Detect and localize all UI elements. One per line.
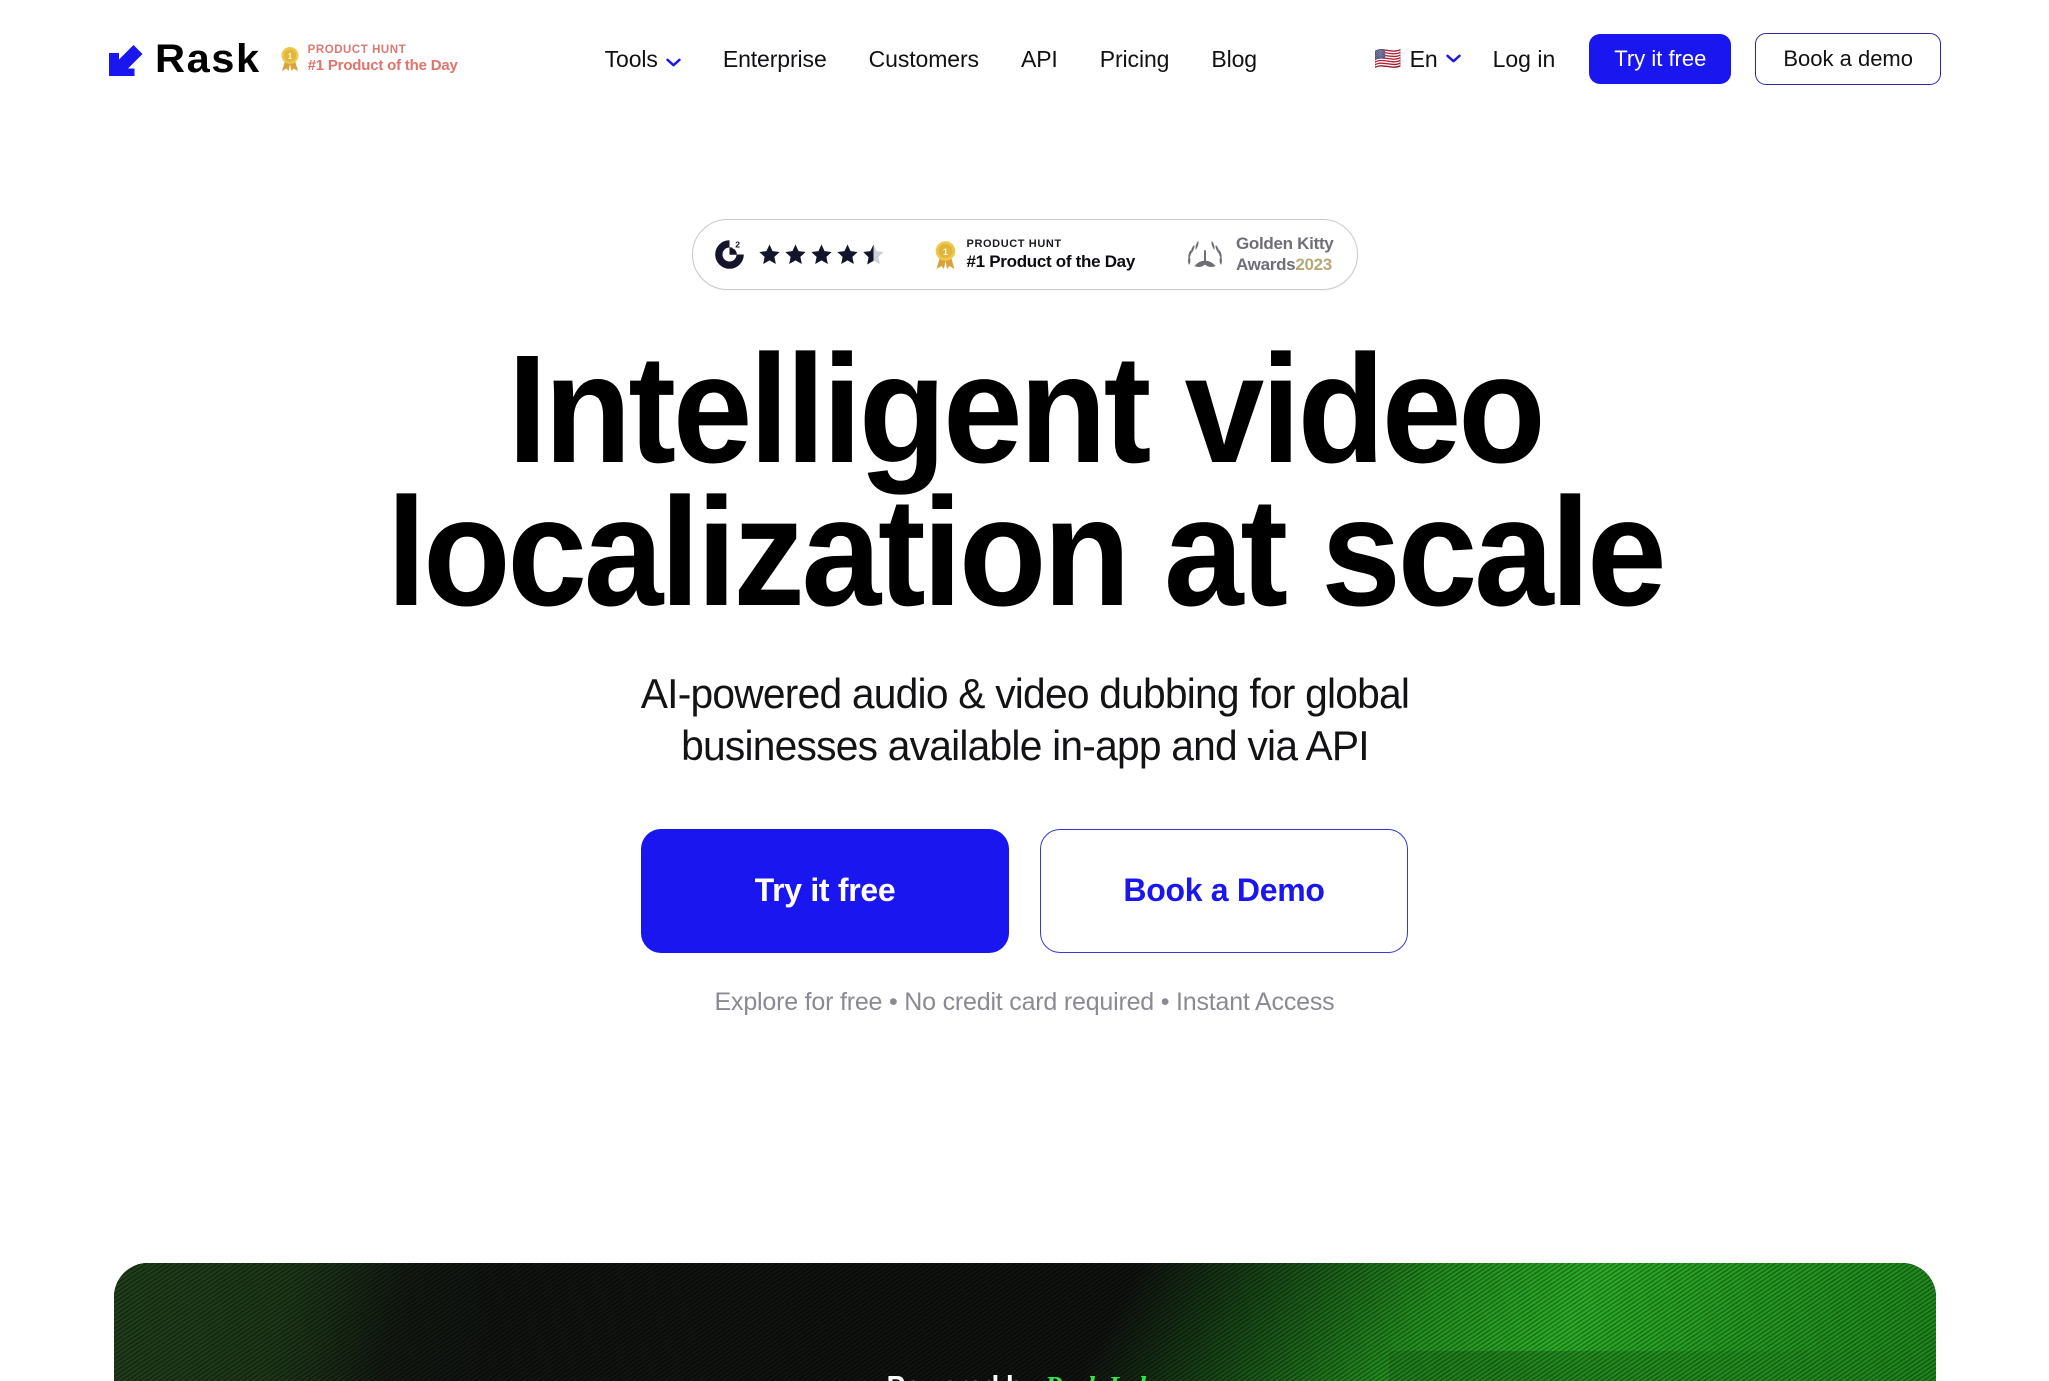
banner-caption-brand: Rask Labs: [1045, 1371, 1164, 1381]
powered-by-banner: Powered by Rask Labs: [114, 1263, 1936, 1381]
hero-book-a-demo-button[interactable]: Book a Demo: [1040, 828, 1408, 953]
banner-diagonal-stripe-texture: [114, 1263, 1936, 1381]
golden-kitty-line2: Awards2023: [1236, 254, 1333, 275]
landing-page: Rask 1 PRODUCT HUNT #1 Product of the Da…: [0, 0, 2049, 1381]
banner-caption: Powered by Rask Labs: [160, 1371, 1891, 1381]
hero-subheadline-line-1: AI-powered audio & video dubbing for glo…: [640, 670, 1409, 718]
nav-item-tools[interactable]: Tools: [605, 46, 681, 73]
product-hunt-award-text: PRODUCT HUNT #1 Product of the Day: [966, 238, 1136, 271]
logo-link[interactable]: Rask: [106, 39, 259, 79]
hero-section: 2 1 PRODUCT HUNT #1 Product of the Day G…: [0, 118, 2049, 1017]
svg-text:1: 1: [287, 52, 292, 61]
navbar-ph-text: PRODUCT HUNT #1 Product of the Day: [307, 43, 458, 75]
nav-item-api[interactable]: API: [1021, 46, 1058, 73]
golden-kitty-year: 2023: [1295, 254, 1332, 274]
hero-cta-row: Try it free Book a Demo: [0, 828, 2049, 953]
hero-try-it-free-button[interactable]: Try it free: [641, 828, 1009, 953]
star-icon-full: [836, 244, 858, 264]
chevron-down-icon: [1445, 50, 1461, 68]
svg-text:2: 2: [735, 240, 740, 250]
product-hunt-award-badge: 1 PRODUCT HUNT #1 Product of the Day: [907, 239, 1161, 270]
chevron-down-icon: [666, 46, 681, 73]
navbar-try-it-free-button[interactable]: Try it free: [1589, 34, 1732, 84]
language-label: En: [1409, 45, 1438, 72]
ph-award-title: #1 Product of the Day: [966, 252, 1136, 271]
navbar-ph-title: #1 Product of the Day: [307, 57, 458, 75]
star-icon-full: [810, 244, 832, 264]
brand-block: Rask 1 PRODUCT HUNT #1 Product of the Da…: [106, 39, 458, 79]
ph-award-kicker: PRODUCT HUNT: [966, 238, 1062, 250]
navbar-ph-kicker: PRODUCT HUNT: [307, 43, 407, 56]
star-icon-half: [862, 244, 884, 265]
login-link[interactable]: Log in: [1493, 46, 1556, 73]
header-actions: 🇺🇸 En Log in Try it free Book a demo: [1374, 33, 1941, 85]
rask-arrow-logo-icon: [106, 40, 146, 79]
star-icon-full: [758, 244, 780, 264]
hero-microcopy: Explore for free • No credit card requir…: [714, 987, 1335, 1016]
hero-headline: Intelligent video localization at scale: [234, 323, 1815, 639]
hero-subheadline-line-2: businesses available in-app and via API: [680, 721, 1369, 769]
us-flag-icon: 🇺🇸: [1374, 46, 1402, 71]
awards-badge-bar: 2 1 PRODUCT HUNT #1 Product of the Day G…: [691, 219, 1358, 290]
banner-caption-prefix: Powered by: [887, 1371, 1045, 1381]
hero-headline-line-2: localization at scale: [386, 466, 1666, 639]
logo-wordmark: Rask: [155, 37, 261, 81]
nav-item-customers[interactable]: Customers: [869, 46, 979, 73]
laurel-wreath-icon: [1185, 238, 1225, 272]
golden-kitty-awards-word: Awards: [1236, 254, 1296, 274]
hero-subheadline: AI-powered audio & video dubbing for glo…: [549, 668, 1500, 770]
g2-logo-icon: 2: [714, 239, 745, 270]
product-hunt-medal-icon: 1: [279, 46, 301, 72]
star-icon-full: [784, 244, 806, 264]
nav-item-pricing[interactable]: Pricing: [1100, 46, 1170, 73]
hero-headline-line-1: Intelligent video: [507, 323, 1545, 495]
product-hunt-medal-icon: 1: [933, 240, 958, 270]
nav-item-blog[interactable]: Blog: [1211, 46, 1257, 73]
g2-rating-badge: 2: [696, 239, 907, 270]
nav-item-tools-label: Tools: [604, 45, 658, 72]
navbar-book-a-demo-button[interactable]: Book a demo: [1755, 33, 1941, 85]
golden-kitty-text: Golden Kitty Awards2023: [1236, 233, 1334, 275]
navbar-product-hunt-badge[interactable]: 1 PRODUCT HUNT #1 Product of the Day: [279, 43, 458, 75]
primary-navigation: Tools Enterprise Customers API Pricing B…: [605, 46, 1257, 73]
svg-text:1: 1: [942, 246, 947, 257]
nav-item-enterprise[interactable]: Enterprise: [723, 46, 827, 73]
language-switcher[interactable]: 🇺🇸 En: [1374, 45, 1461, 73]
g2-star-rating: [758, 243, 885, 266]
golden-kitty-line1: Golden Kitty: [1236, 233, 1334, 253]
site-header: Rask 1 PRODUCT HUNT #1 Product of the Da…: [0, 0, 2049, 118]
golden-kitty-award-badge: Golden Kitty Awards2023: [1161, 233, 1353, 275]
